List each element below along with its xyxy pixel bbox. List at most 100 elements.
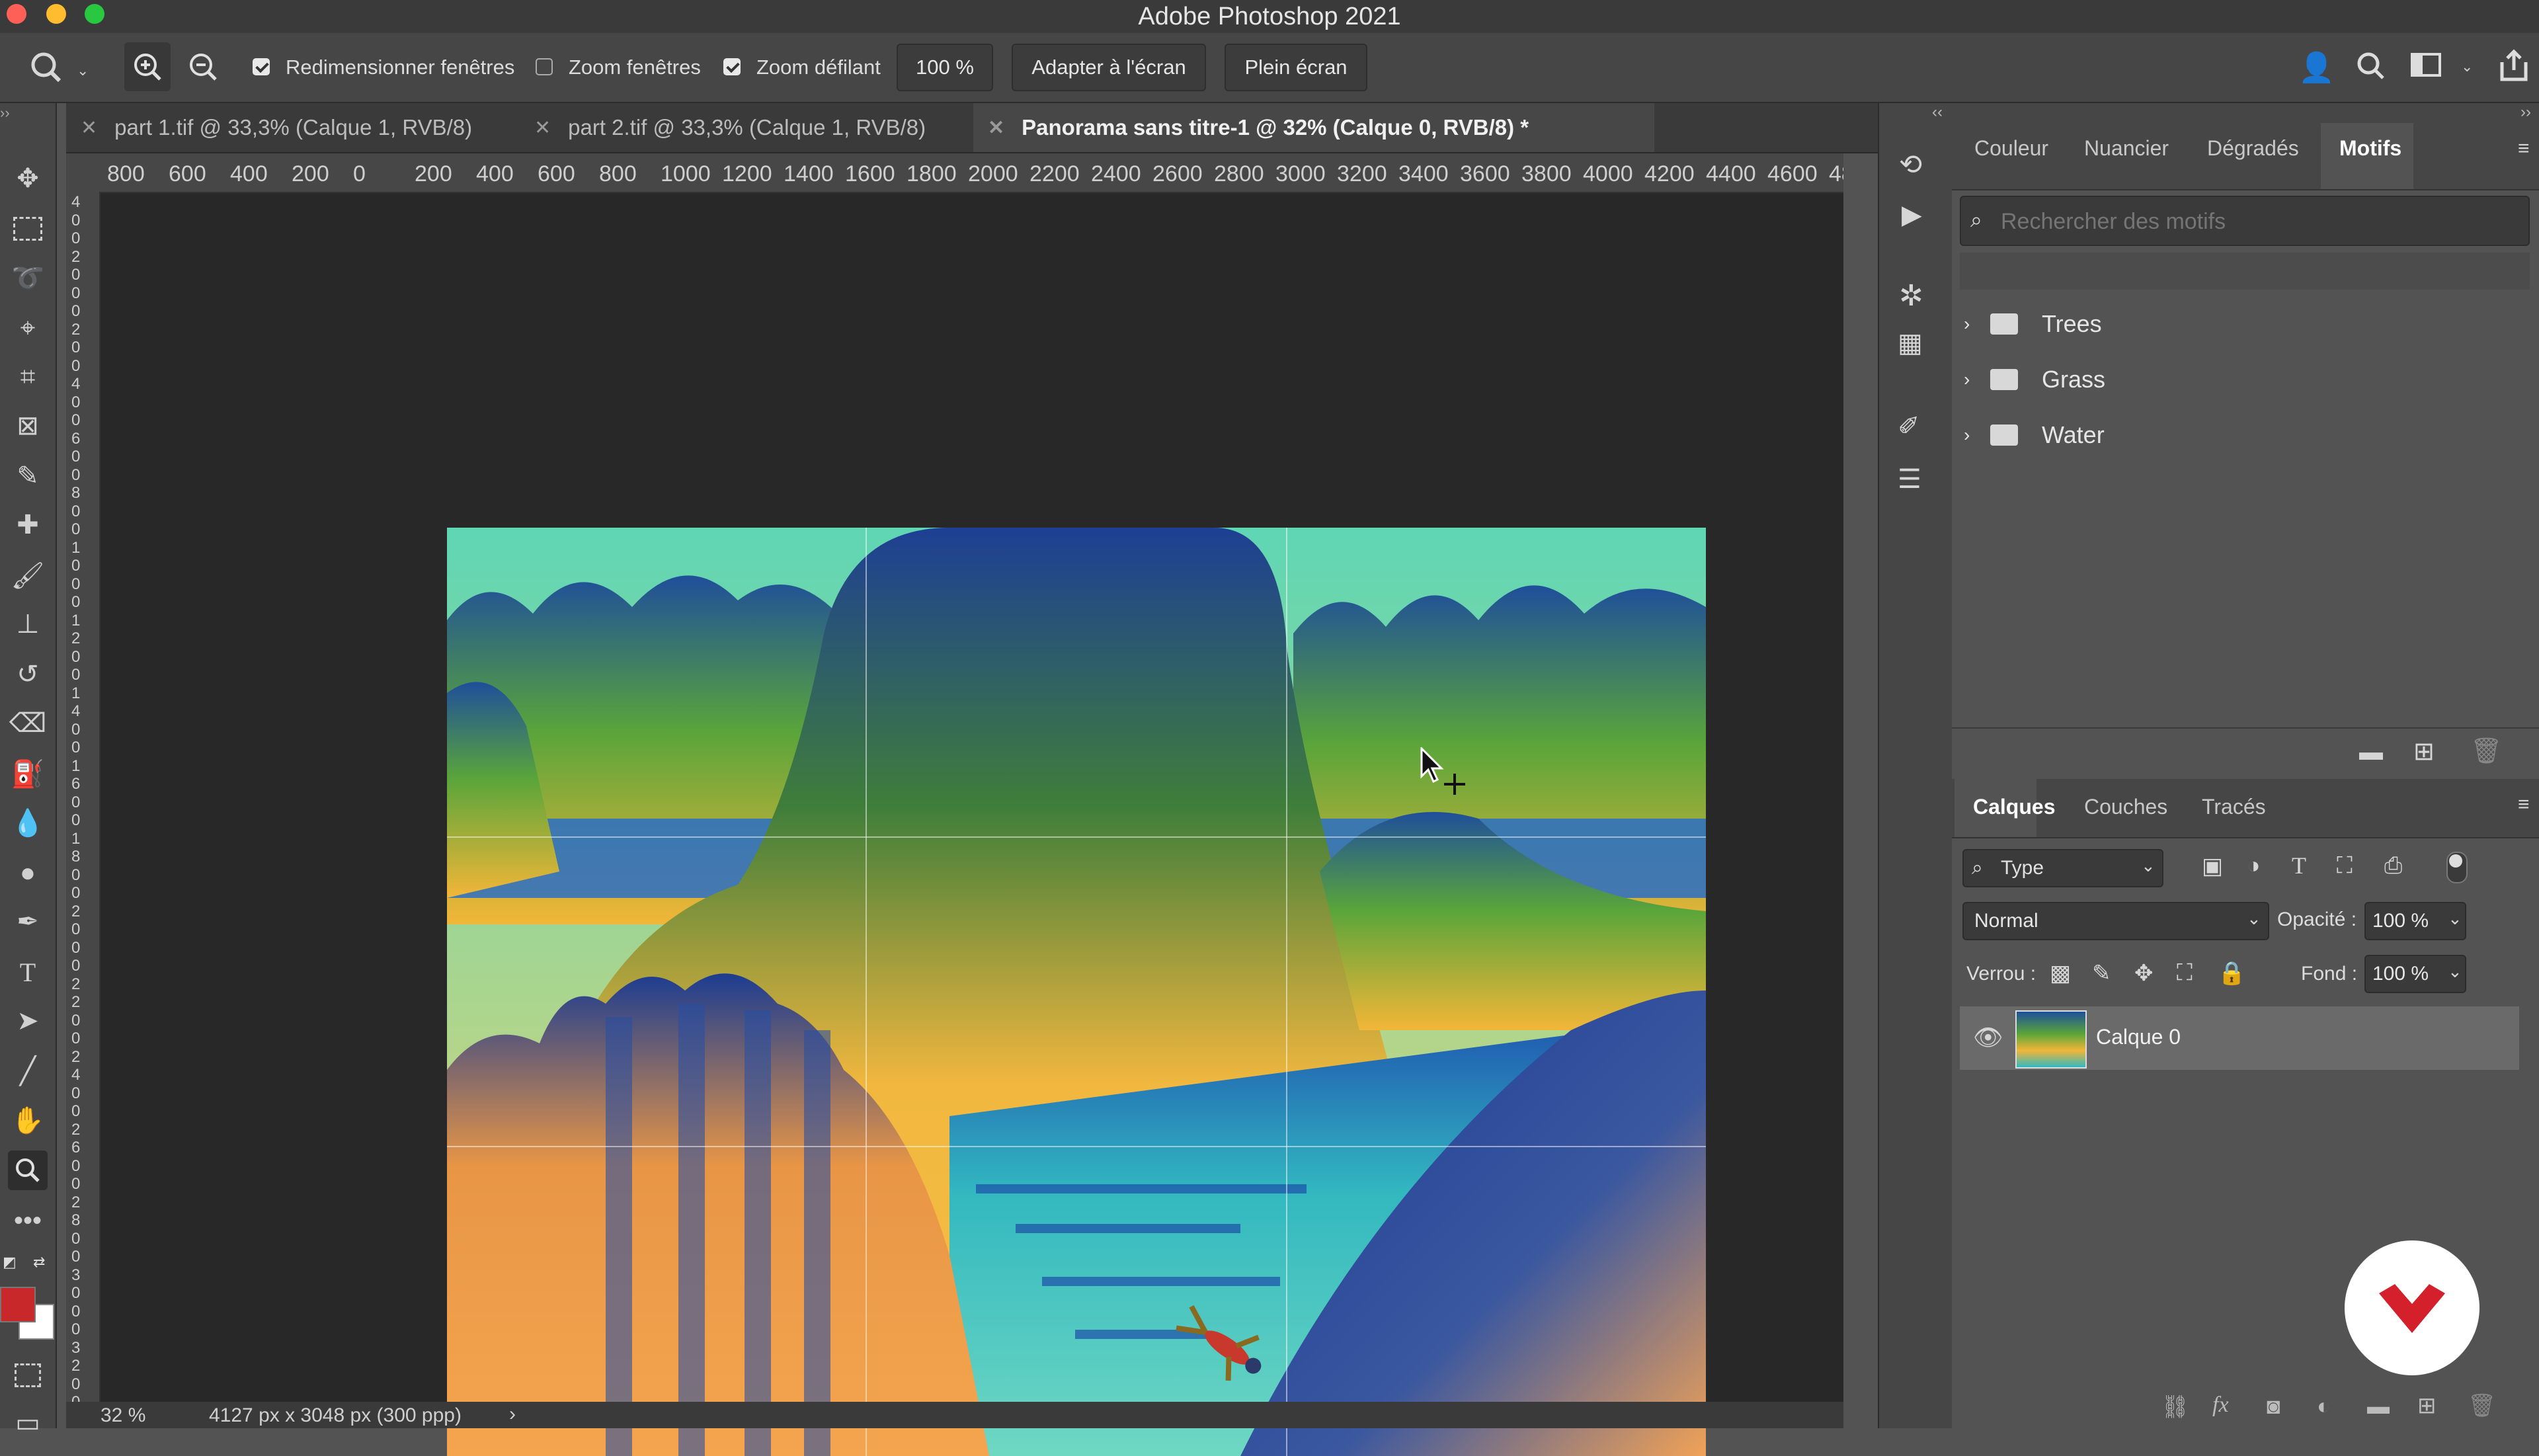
filter-shape-icon[interactable]: ⛶ bbox=[2337, 853, 2353, 879]
tab-paths[interactable]: Tracés bbox=[2202, 795, 2266, 819]
expand-panels-icon[interactable]: ›› bbox=[2520, 103, 2531, 122]
adjustment-layer-icon[interactable]: ◐ bbox=[2317, 1394, 2331, 1420]
foreground-color-swatch[interactable] bbox=[0, 1287, 36, 1322]
pattern-group-trees[interactable]: › Trees bbox=[1957, 298, 2526, 350]
chevron-right-icon[interactable]: › bbox=[509, 1403, 516, 1426]
tab-layers[interactable]: Calques bbox=[1973, 795, 2055, 819]
pattern-group-grass[interactable]: › Grass bbox=[1957, 353, 2526, 406]
tab-patterns[interactable]: Motifs bbox=[2339, 136, 2401, 161]
delete-icon[interactable]: 🗑 bbox=[2470, 737, 2502, 766]
marquee-tool-icon[interactable] bbox=[8, 209, 48, 249]
new-layer-icon[interactable]: ⊞ bbox=[2417, 1393, 2437, 1419]
move-tool-icon[interactable]: ✥ bbox=[8, 159, 48, 198]
chevron-right-icon[interactable]: › bbox=[1964, 425, 1990, 446]
lasso-tool-icon[interactable]: ➰ bbox=[8, 258, 48, 298]
share-icon[interactable] bbox=[2497, 48, 2531, 88]
search-icon[interactable] bbox=[2354, 48, 2387, 87]
link-layers-icon[interactable]: ⛓ bbox=[2161, 1394, 2189, 1420]
tab-swatches[interactable]: Nuancier bbox=[2084, 136, 2169, 161]
default-colors-icon[interactable]: ◩ bbox=[3, 1254, 17, 1271]
hand-tool-icon[interactable]: ✋ bbox=[8, 1100, 48, 1140]
lock-pixels-icon[interactable]: ✎ bbox=[2092, 960, 2111, 987]
new-group-icon[interactable]: ▬ bbox=[2367, 1394, 2390, 1420]
eyedropper-tool-icon[interactable]: ✎ bbox=[8, 456, 48, 496]
type-tool-icon[interactable]: T bbox=[8, 952, 48, 992]
healing-brush-tool-icon[interactable]: ✚ bbox=[8, 505, 48, 545]
history-brush-tool-icon[interactable]: ↺ bbox=[8, 655, 48, 694]
resize-windows-checkbox[interactable] bbox=[253, 58, 270, 75]
zoom-out-button[interactable] bbox=[180, 42, 226, 91]
filter-toggle[interactable] bbox=[2446, 852, 2468, 883]
tab-channels[interactable]: Couches bbox=[2084, 795, 2167, 819]
libraries-icon[interactable]: ✲ bbox=[1899, 279, 1923, 313]
frame-tool-icon[interactable]: ⊠ bbox=[8, 406, 48, 446]
tab-part-2[interactable]: ✕ part 2.tif @ 33,3% (Calque 1, RVB/8) bbox=[520, 103, 969, 152]
pattern-search-input[interactable] bbox=[1999, 202, 2518, 241]
actions-play-icon[interactable]: ▶ bbox=[1902, 200, 1922, 230]
zoom-value-field[interactable]: 100 % bbox=[897, 44, 993, 91]
screen-mode-icon[interactable]: ▭ bbox=[8, 1403, 48, 1443]
quick-selection-tool-icon[interactable]: ⌖ bbox=[8, 308, 48, 348]
fit-screen-button[interactable]: Adapter à l'écran bbox=[1012, 44, 1206, 91]
zoom-tool-icon[interactable] bbox=[8, 1151, 48, 1190]
layer-filter-select[interactable]: ⌕ Type ⌄ bbox=[1962, 849, 2163, 887]
brush-settings-icon[interactable]: ✐ bbox=[1898, 411, 1920, 442]
paint-bucket-tool-icon[interactable]: ⛽ bbox=[8, 754, 48, 793]
opacity-field[interactable]: 100 % ⌄ bbox=[2364, 902, 2466, 940]
filter-type-icon[interactable]: T bbox=[2292, 852, 2306, 879]
close-tab-icon[interactable]: ✕ bbox=[81, 116, 97, 140]
new-group-icon[interactable]: ▬ bbox=[2359, 738, 2383, 766]
delete-layer-icon[interactable]: 🗑 bbox=[2468, 1393, 2496, 1419]
canvas-area[interactable] bbox=[101, 193, 1843, 1456]
lock-position-icon[interactable]: ✥ bbox=[2134, 960, 2154, 987]
fill-screen-button[interactable]: Plein écran bbox=[1225, 44, 1367, 91]
filter-smart-object-icon[interactable]: ⎙ bbox=[2384, 853, 2402, 879]
brush-tool-icon[interactable]: 🖌 bbox=[8, 555, 48, 595]
add-mask-icon[interactable]: ◙ bbox=[2267, 1394, 2280, 1420]
swap-colors-icon[interactable]: ⇄ bbox=[33, 1254, 45, 1271]
close-tab-icon[interactable]: ✕ bbox=[534, 116, 551, 140]
eraser-tool-icon[interactable]: ⌫ bbox=[8, 704, 48, 743]
crop-tool-icon[interactable]: ⌗ bbox=[8, 357, 48, 397]
chevron-right-icon[interactable]: › bbox=[1964, 369, 1990, 390]
pattern-search-field[interactable]: ⌕ bbox=[1960, 196, 2530, 246]
lock-artboard-icon[interactable]: ⛶ bbox=[2177, 960, 2193, 986]
chevron-down-icon[interactable]: ⌄ bbox=[77, 62, 89, 79]
clone-stamp-tool-icon[interactable]: ⊥ bbox=[8, 604, 48, 644]
fill-field[interactable]: 100 % ⌄ bbox=[2364, 955, 2466, 993]
lock-transparency-icon[interactable]: ▩ bbox=[2050, 960, 2071, 987]
tab-color[interactable]: Couleur bbox=[1974, 136, 2048, 161]
filter-adjustment-icon[interactable]: ◑ bbox=[2247, 853, 2261, 879]
close-tab-icon[interactable]: ✕ bbox=[988, 116, 1004, 140]
history-icon[interactable]: ⟲ bbox=[1899, 148, 1922, 181]
dodge-tool-icon[interactable]: ● bbox=[8, 853, 48, 893]
collapse-toolbar-icon[interactable]: ›› bbox=[0, 104, 10, 122]
quick-mask-icon[interactable] bbox=[8, 1355, 48, 1395]
blend-mode-select[interactable]: Normal ⌄ bbox=[1962, 902, 2269, 940]
tab-panorama[interactable]: ✕ Panorama sans titre-1 @ 32% (Calque 0, … bbox=[973, 103, 1654, 152]
zoom-all-windows-checkbox[interactable] bbox=[536, 58, 553, 75]
visibility-eye-icon[interactable]: 👁 bbox=[1973, 1024, 2003, 1051]
tab-part-1[interactable]: ✕ part 1.tif @ 33,3% (Calque 1, RVB/8) bbox=[66, 103, 516, 152]
workspace-icon[interactable] bbox=[2411, 53, 2441, 77]
adjustments-icon[interactable]: ▦ bbox=[1898, 328, 1923, 358]
layer-row[interactable]: 👁 Calque 0 bbox=[1960, 1006, 2519, 1070]
panorama-image[interactable] bbox=[447, 528, 1706, 1456]
zoom-tool-preset[interactable] bbox=[24, 45, 70, 90]
line-tool-icon[interactable]: ╱ bbox=[8, 1051, 48, 1091]
pattern-group-water[interactable]: › Water bbox=[1957, 409, 2526, 462]
blur-tool-icon[interactable]: 💧 bbox=[8, 803, 48, 842]
scrubby-zoom-checkbox[interactable] bbox=[723, 58, 741, 75]
zoom-in-button[interactable] bbox=[124, 42, 171, 91]
chevron-right-icon[interactable]: › bbox=[1964, 313, 1990, 335]
pen-tool-icon[interactable]: ✒ bbox=[8, 902, 48, 942]
collapse-panels-icon[interactable]: ‹‹ bbox=[1932, 103, 1943, 122]
path-selection-tool-icon[interactable]: ➤ bbox=[8, 1001, 48, 1041]
account-icon[interactable]: 👤 bbox=[2298, 50, 2335, 85]
more-tools-icon[interactable]: ••• bbox=[8, 1201, 48, 1240]
lock-all-icon[interactable]: 🔒 bbox=[2218, 960, 2245, 987]
chevron-down-icon[interactable]: ⌄ bbox=[2461, 58, 2473, 75]
tab-gradients[interactable]: Dégradés bbox=[2207, 136, 2299, 161]
new-pattern-icon[interactable]: ⊞ bbox=[2413, 737, 2435, 766]
zoom-level[interactable]: 32 % bbox=[101, 1404, 145, 1427]
